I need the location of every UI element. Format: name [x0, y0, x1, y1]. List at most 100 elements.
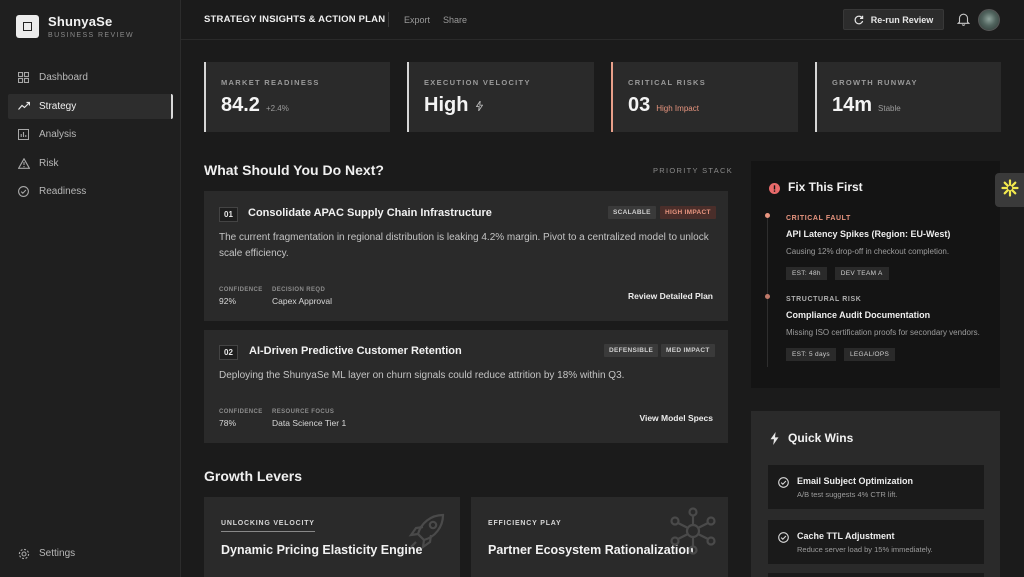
sidebar: ShunyaSe BUSINESS REVIEW Dashboard Strat… [0, 0, 181, 577]
confidence-label: CONFIDENCE [219, 409, 263, 415]
metric-label: GROWTH RUNWAY [832, 78, 918, 87]
metric-growth-runway: GROWTH RUNWAY 14m Stable [815, 62, 1001, 132]
lightning-icon [770, 432, 779, 450]
fix-title: API Latency Spikes (Region: EU-West) [786, 229, 951, 239]
timeline-dot-critical [765, 213, 770, 218]
alert-circle-icon [769, 181, 780, 199]
metric-critical-risks: CRITICAL RISKS 03 High Impact [611, 62, 798, 132]
trend-line-icon [17, 100, 30, 113]
recommendation-card: 02 AI-Driven Predictive Customer Retenti… [204, 330, 728, 443]
estimate-chip: EST: 48h [786, 266, 827, 280]
quick-win-item-partial [768, 573, 984, 577]
tag-defensible: DEFENSIBLE [604, 344, 659, 357]
export-link[interactable]: Export [404, 15, 430, 25]
timeline-line [767, 217, 768, 367]
recommendation-card: 01 Consolidate APAC Supply Chain Infrast… [204, 191, 728, 321]
rec-number: 02 [219, 345, 238, 360]
lever-title: Dynamic Pricing Elasticity Engine [221, 543, 423, 557]
lightning-icon [476, 100, 484, 113]
top-header: STRATEGY INSIGHTS & ACTION PLAN Export S… [181, 0, 1024, 40]
check-circle-icon [778, 475, 789, 493]
bar-chart-icon [17, 128, 30, 141]
resource-value: Data Science Tier 1 [272, 418, 347, 428]
decision-value: Capex Approval [272, 296, 333, 306]
rec-number: 01 [219, 207, 238, 222]
confidence-value: 78% [219, 418, 237, 428]
sidebar-item-label: Strategy [39, 100, 77, 112]
refresh-icon [854, 15, 863, 24]
tag-med-impact: MED IMPACT [661, 344, 715, 357]
rec-title: Consolidate APAC Supply Chain Infrastruc… [248, 207, 492, 219]
metric-value: High [424, 94, 484, 117]
lever-label: UNLOCKING VELOCITY [221, 520, 315, 532]
brand[interactable]: ShunyaSe BUSINESS REVIEW [16, 14, 134, 39]
decision-label: DECISION REQD [272, 287, 326, 293]
metric-label: MARKET READINESS [221, 78, 320, 87]
fix-item[interactable]: CRITICAL FAULT API Latency Spikes (Regio… [786, 215, 986, 280]
rec-description: Deploying the ShunyaSe ML layer on churn… [219, 370, 625, 381]
lever-label: EFFICIENCY PLAY [488, 520, 562, 527]
user-avatar[interactable] [978, 9, 1000, 31]
fix-title: Compliance Audit Documentation [786, 310, 931, 320]
sparkle-icon [1000, 178, 1019, 202]
review-detailed-plan-link[interactable]: Review Detailed Plan [628, 291, 713, 301]
rerun-review-button[interactable]: Re-run Review [843, 9, 944, 30]
notifications-bell-icon[interactable] [956, 12, 971, 31]
growth-levers-title: Growth Levers [204, 468, 303, 484]
rec-title: AI-Driven Predictive Customer Retention [249, 345, 462, 357]
resource-label: RESOURCE FOCUS [272, 409, 335, 415]
settings-label: Settings [39, 548, 76, 559]
confidence-label: CONFIDENCE [219, 287, 263, 293]
header-divider [388, 12, 389, 27]
lever-title: Partner Ecosystem Rationalization [488, 543, 694, 557]
sidebar-item-label: Readiness [39, 186, 87, 197]
metric-value: 14m Stable [832, 94, 901, 117]
sidebar-item-dashboard[interactable]: Dashboard [8, 65, 173, 90]
quick-win-description: Reduce server load by 15% immediately. [797, 545, 933, 554]
fix-this-first-panel: Fix This First CRITICAL FAULT API Latenc… [751, 161, 1000, 388]
share-link[interactable]: Share [443, 15, 467, 25]
quick-win-title: Email Subject Optimization [797, 476, 914, 486]
check-circle-icon [778, 530, 789, 548]
sidebar-item-analysis[interactable]: Analysis [8, 122, 173, 147]
fix-item[interactable]: STRUCTURAL RISK Compliance Audit Documen… [786, 296, 986, 361]
priority-stack-label: PRIORITY STACK [653, 166, 734, 175]
brand-logo-icon [16, 15, 39, 38]
sidebar-item-strategy[interactable]: Strategy [8, 93, 173, 119]
metric-number: 03 [628, 94, 651, 116]
view-model-specs-link[interactable]: View Model Specs [639, 413, 713, 423]
metric-impact: High Impact [656, 104, 699, 113]
metric-value: 84.2 +2.4% [221, 94, 289, 117]
sidebar-nav: Dashboard Strategy Analysis Risk Readine… [8, 65, 173, 208]
estimate-chip: EST: 5 days [786, 347, 836, 361]
sidebar-item-label: Risk [39, 157, 59, 169]
lever-card[interactable]: UNLOCKING VELOCITY Dynamic Pricing Elast… [204, 497, 460, 577]
metric-market-readiness: MARKET READINESS 84.2 +2.4% [204, 62, 390, 132]
fix-description: Causing 12% drop-off in checkout complet… [786, 247, 950, 256]
tag-high-impact: HIGH IMPACT [660, 206, 716, 219]
metric-number: 14m [832, 94, 873, 116]
lever-card[interactable]: EFFICIENCY PLAY Partner Ecosystem Ration… [471, 497, 728, 577]
assistant-widget-button[interactable] [995, 173, 1024, 207]
sidebar-item-label: Analysis [39, 129, 77, 140]
metric-label: EXECUTION VELOCITY [424, 78, 531, 87]
quick-wins-panel: Quick Wins Email Subject Optimization A/… [751, 411, 1000, 577]
metric-number: High [424, 94, 469, 116]
network-icon [669, 507, 717, 560]
quick-win-item[interactable]: Email Subject Optimization A/B test sugg… [768, 465, 984, 509]
quick-wins-title: Quick Wins [788, 431, 854, 445]
rocket-icon [407, 511, 447, 556]
sidebar-item-settings[interactable]: Settings [17, 547, 75, 560]
sidebar-item-readiness[interactable]: Readiness [8, 179, 173, 204]
brand-name: ShunyaSe [48, 14, 113, 29]
quick-win-description: A/B test suggests 4% CTR lift. [797, 490, 898, 499]
rerun-label: Re-run Review [870, 14, 934, 25]
sidebar-item-label: Dashboard [39, 72, 88, 83]
check-circle-icon [17, 185, 30, 198]
metric-label: CRITICAL RISKS [628, 78, 707, 87]
sidebar-item-risk[interactable]: Risk [8, 151, 173, 176]
team-chip: DEV TEAM A [834, 266, 889, 280]
fix-kicker: STRUCTURAL RISK [786, 296, 862, 303]
quick-win-item[interactable]: Cache TTL Adjustment Reduce server load … [768, 520, 984, 564]
quick-win-title: Cache TTL Adjustment [797, 531, 895, 541]
